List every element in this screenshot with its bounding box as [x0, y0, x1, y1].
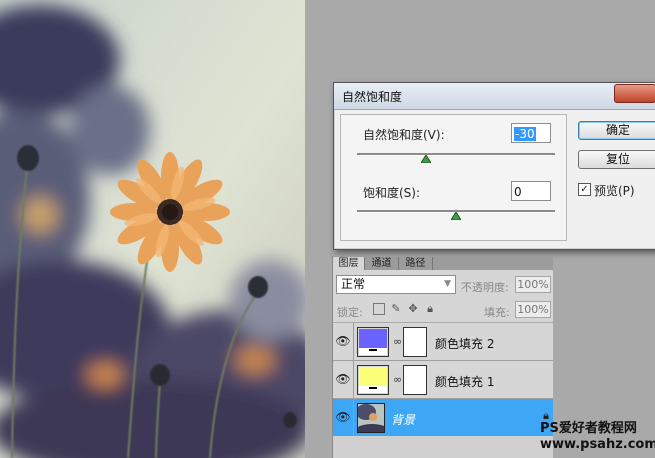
lock-label: 锁定: [337, 306, 363, 319]
chain-link-icon[interactable]: ∞ [393, 373, 402, 386]
blend-mode-select[interactable]: 正常 ▼ [336, 275, 456, 294]
preview-label: 预览(P) [594, 184, 635, 198]
vibrance-slider-track[interactable] [357, 153, 555, 156]
lock-icon[interactable]: 🔒︎ [424, 303, 436, 315]
reset-button[interactable]: 复位 [578, 150, 655, 169]
watermark-line2: www.psahz.com [540, 437, 655, 452]
blend-mode-value: 正常 [341, 277, 366, 291]
fill-thumbnail [357, 365, 389, 395]
eye-icon[interactable]: 👁︎ [333, 361, 354, 398]
saturation-slider-thumb[interactable] [451, 212, 461, 220]
fill-label: 填充: [484, 306, 510, 319]
watermark-line1: PS爱好者教程网 [540, 421, 637, 436]
watermark: PS爱好者教程网 www.psahz.com [540, 421, 655, 458]
opacity-input[interactable]: 100% [515, 276, 551, 293]
saturation-input[interactable]: 0 [511, 181, 551, 201]
layers-panel: 图层 通道 路径 正常 ▼ 不透明度: 100% 锁定: ✎ ✥ 🔒︎ 填充: … [332, 256, 553, 458]
tab-paths[interactable]: 路径 [399, 257, 433, 270]
vibrance-slider-thumb[interactable] [421, 155, 432, 163]
close-icon[interactable] [614, 84, 655, 103]
layer-name: 颜色填充 2 [435, 337, 495, 351]
panel-footer [333, 436, 553, 458]
eye-icon[interactable]: 👁︎ [333, 399, 354, 436]
color-swatch [359, 367, 387, 387]
panel-tabs: 图层 通道 路径 [333, 256, 553, 270]
fill-thumbnail [357, 327, 389, 357]
chevron-down-icon: ▼ [444, 279, 451, 289]
layer-row[interactable]: 👁︎ ∞ 颜色填充 2 [333, 323, 553, 361]
transparency-lock-icon[interactable] [373, 303, 385, 315]
lock-row: 锁定: ✎ ✥ 🔒︎ 填充: 100% [333, 298, 553, 323]
move-icon[interactable]: ✥ [407, 303, 419, 315]
layer-row-selected[interactable]: 👁︎ 背景 🔒︎ [333, 399, 553, 437]
vibrance-input[interactable]: -30 [511, 123, 551, 143]
ok-button[interactable]: 确定 [578, 121, 655, 140]
dialog-title: 自然饱和度 [342, 90, 403, 104]
blend-row: 正常 ▼ 不透明度: 100% [333, 271, 553, 297]
tab-channels[interactable]: 通道 [365, 257, 399, 270]
tab-layers[interactable]: 图层 [333, 257, 365, 270]
layer-mask-thumbnail[interactable] [403, 327, 427, 357]
saturation-label: 饱和度(S): [363, 186, 421, 200]
preview-checkbox[interactable]: ✓ [578, 183, 591, 196]
eye-icon[interactable]: 👁︎ [333, 323, 354, 360]
fill-input[interactable]: 100% [515, 301, 551, 318]
chain-link-icon[interactable]: ∞ [393, 335, 402, 348]
opacity-label: 不透明度: [461, 281, 509, 294]
layer-row[interactable]: 👁︎ ∞ 颜色填充 1 [333, 361, 553, 399]
dialog-titlebar[interactable]: 自然饱和度 [334, 83, 655, 110]
layer-name: 颜色填充 1 [435, 375, 495, 389]
vibrance-label: 自然饱和度(V): [363, 128, 445, 142]
layer-name: 背景 [391, 413, 416, 427]
canvas-photo [0, 0, 305, 458]
flower-photo [0, 0, 305, 458]
background-thumbnail [357, 403, 385, 433]
dialog-settings-group: 自然饱和度(V): -30 饱和度(S): 0 [340, 114, 567, 241]
layer-mask-thumbnail[interactable] [403, 365, 427, 395]
color-swatch [359, 329, 387, 349]
vibrance-dialog: 自然饱和度 自然饱和度(V): -30 饱和度(S): 0 确定 复位 ✓ 预览… [333, 82, 655, 250]
brush-icon[interactable]: ✎ [390, 303, 402, 315]
